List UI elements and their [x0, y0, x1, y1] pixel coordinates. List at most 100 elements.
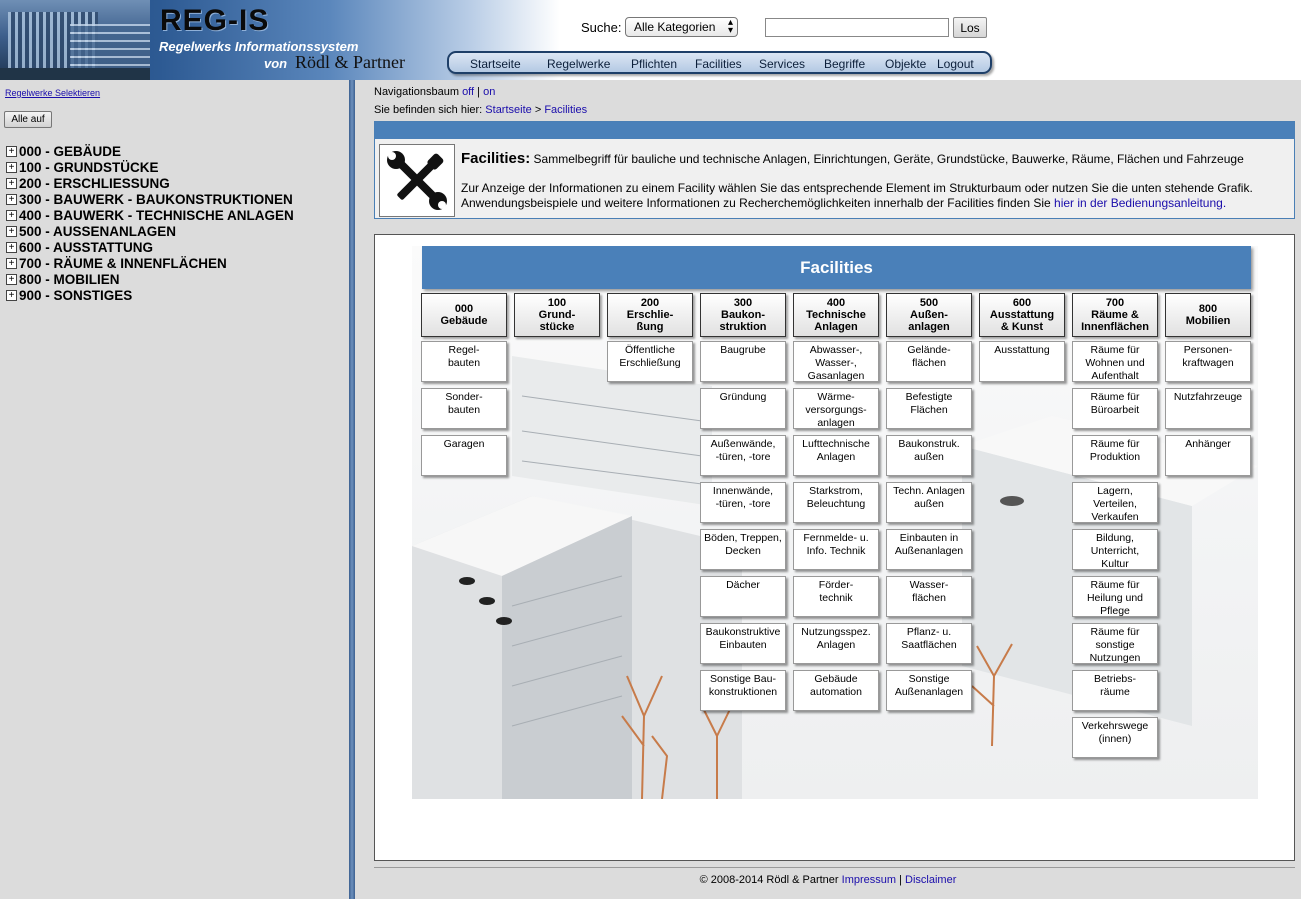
facility-cell[interactable]: Baugrube: [700, 341, 786, 382]
facility-cell[interactable]: Sonder- bauten: [421, 388, 507, 429]
facility-cell[interactable]: Einbauten in Außenanlagen: [886, 529, 972, 570]
facility-cell[interactable]: Nutzungsspez. Anlagen: [793, 623, 879, 664]
tree-item-000[interactable]: +000 - GEBÄUDE: [6, 143, 294, 159]
facility-cell[interactable]: Betriebs- räume: [1072, 670, 1158, 711]
nav-services[interactable]: Services: [759, 57, 805, 71]
navtree-off-link[interactable]: off: [462, 86, 474, 98]
column-header-100[interactable]: 100 Grund- stücke: [514, 293, 600, 337]
tree-item-800[interactable]: +800 - MOBILIEN: [6, 271, 294, 287]
facility-cell[interactable]: Sonstige Außenanlagen: [886, 670, 972, 711]
tree-item-label[interactable]: 000 - GEBÄUDE: [19, 144, 121, 159]
nav-startseite[interactable]: Startseite: [470, 57, 521, 71]
nav-regelwerke[interactable]: Regelwerke: [547, 57, 610, 71]
facility-cell[interactable]: Fernmelde- u. Info. Technik: [793, 529, 879, 570]
nav-objekte[interactable]: Objekte: [885, 57, 926, 71]
expand-plus-icon[interactable]: +: [6, 193, 17, 205]
tree-item-label[interactable]: 400 - BAUWERK - TECHNISCHE ANLAGEN: [19, 208, 294, 223]
column-header-400[interactable]: 400 Technische Anlagen: [793, 293, 879, 337]
column-header-200[interactable]: 200 Erschlie- ßung: [607, 293, 693, 337]
facility-cell[interactable]: Räume für Wohnen und Aufenthalt: [1072, 341, 1158, 382]
expand-plus-icon[interactable]: +: [6, 161, 17, 173]
expand-plus-icon[interactable]: +: [6, 257, 17, 269]
tree-item-label[interactable]: 200 - ERSCHLIESSUNG: [19, 176, 170, 191]
expand-all-button[interactable]: Alle auf: [4, 111, 52, 128]
facility-cell[interactable]: Öffentliche Erschließung: [607, 341, 693, 382]
manual-link[interactable]: hier in der Bedienungsanleitung.: [1054, 196, 1226, 210]
column-header-700[interactable]: 700 Räume & Innenflächen: [1072, 293, 1158, 337]
tree-item-100[interactable]: +100 - GRUNDSTÜCKE: [6, 159, 294, 175]
facility-cell[interactable]: Innenwände, -türen, -tore: [700, 482, 786, 523]
facility-cell[interactable]: Räume für Produktion: [1072, 435, 1158, 476]
tree-item-700[interactable]: +700 - RÄUME & INNENFLÄCHEN: [6, 255, 294, 271]
facility-cell[interactable]: Techn. Anlagen außen: [886, 482, 972, 523]
navtree-on-link[interactable]: on: [483, 86, 495, 98]
nav-facilities[interactable]: Facilities: [695, 57, 742, 71]
facility-cell[interactable]: Garagen: [421, 435, 507, 476]
facility-cell[interactable]: Baukonstruk. außen: [886, 435, 972, 476]
expand-plus-icon[interactable]: +: [6, 289, 17, 301]
breadcrumb-home-link[interactable]: Startseite: [485, 104, 531, 116]
tree-item-200[interactable]: +200 - ERSCHLIESSUNG: [6, 175, 294, 191]
select-regelwerke-link[interactable]: Regelwerke Selektieren: [5, 88, 100, 98]
tree-item-500[interactable]: +500 - AUSSENANLAGEN: [6, 223, 294, 239]
facility-cell[interactable]: Böden, Treppen, Decken: [700, 529, 786, 570]
nav-logout[interactable]: Logout: [937, 57, 974, 71]
facility-cell[interactable]: Förder- technik: [793, 576, 879, 617]
nav-pflichten[interactable]: Pflichten: [631, 57, 677, 71]
facility-cell[interactable]: Personen- kraftwagen: [1165, 341, 1251, 382]
facility-cell[interactable]: Abwasser-, Wasser-, Gasanlagen: [793, 341, 879, 382]
tree-item-label[interactable]: 500 - AUSSENANLAGEN: [19, 224, 176, 239]
column-header-000[interactable]: 000 Gebäude: [421, 293, 507, 337]
impressum-link[interactable]: Impressum: [842, 874, 896, 886]
tree-item-label[interactable]: 700 - RÄUME & INNENFLÄCHEN: [19, 256, 227, 271]
tree-item-label[interactable]: 100 - GRUNDSTÜCKE: [19, 160, 159, 175]
facility-cell[interactable]: Lufttechnische Anlagen: [793, 435, 879, 476]
facility-cell[interactable]: Nutzfahrzeuge: [1165, 388, 1251, 429]
facility-cell[interactable]: Regel- bauten: [421, 341, 507, 382]
column-header-800[interactable]: 800 Mobilien: [1165, 293, 1251, 337]
facility-cell[interactable]: Außenwände, -türen, -tore: [700, 435, 786, 476]
facility-cell[interactable]: Räume für Heilung und Pflege: [1072, 576, 1158, 617]
tree-item-600[interactable]: +600 - AUSSTATTUNG: [6, 239, 294, 255]
tree-item-300[interactable]: +300 - BAUWERK - BAUKONSTRUKTIONEN: [6, 191, 294, 207]
column-header-300[interactable]: 300 Baukon- struktion: [700, 293, 786, 337]
facility-cell[interactable]: Pflanz- u. Saatflächen: [886, 623, 972, 664]
disclaimer-link[interactable]: Disclaimer: [905, 874, 956, 886]
category-select[interactable]: Alle Kategorien ▴ ▾: [625, 17, 738, 37]
tree-item-400[interactable]: +400 - BAUWERK - TECHNISCHE ANLAGEN: [6, 207, 294, 223]
facility-cell[interactable]: Gelände- flächen: [886, 341, 972, 382]
tree-item-label[interactable]: 900 - SONSTIGES: [19, 288, 132, 303]
search-input[interactable]: [765, 18, 949, 37]
facility-cell[interactable]: Bildung, Unterricht, Kultur: [1072, 529, 1158, 570]
facility-cell[interactable]: Lagern, Verteilen, Verkaufen: [1072, 482, 1158, 523]
facility-cell[interactable]: Gebäude automation: [793, 670, 879, 711]
expand-plus-icon[interactable]: +: [6, 225, 17, 237]
tree-item-label[interactable]: 800 - MOBILIEN: [19, 272, 120, 287]
column-header-600[interactable]: 600 Ausstattung & Kunst: [979, 293, 1065, 337]
expand-plus-icon[interactable]: +: [6, 145, 17, 157]
tree-item-label[interactable]: 600 - AUSSTATTUNG: [19, 240, 153, 255]
facility-cell[interactable]: Verkehrswege (innen): [1072, 717, 1158, 758]
facility-cell[interactable]: Befestigte Flächen: [886, 388, 972, 429]
facility-cell[interactable]: Starkstrom, Beleuchtung: [793, 482, 879, 523]
facility-cell[interactable]: Räume für sonstige Nutzungen: [1072, 623, 1158, 664]
expand-plus-icon[interactable]: +: [6, 209, 17, 221]
expand-plus-icon[interactable]: +: [6, 177, 17, 189]
facility-cell[interactable]: Wasser- flächen: [886, 576, 972, 617]
column-header-500[interactable]: 500 Außen- anlagen: [886, 293, 972, 337]
breadcrumb-current-link[interactable]: Facilities: [544, 104, 587, 116]
nav-begriffe[interactable]: Begriffe: [824, 57, 865, 71]
facility-cell[interactable]: Dächer: [700, 576, 786, 617]
facility-cell[interactable]: Baukonstruktive Einbauten: [700, 623, 786, 664]
facility-cell[interactable]: Anhänger: [1165, 435, 1251, 476]
expand-plus-icon[interactable]: +: [6, 241, 17, 253]
facility-cell[interactable]: Sonstige Bau- konstruktionen: [700, 670, 786, 711]
tree-item-900[interactable]: +900 - SONSTIGES: [6, 287, 294, 303]
facility-cell[interactable]: Wärme- versorgungs- anlagen: [793, 388, 879, 429]
facility-cell[interactable]: Räume für Büroarbeit: [1072, 388, 1158, 429]
expand-plus-icon[interactable]: +: [6, 273, 17, 285]
facility-cell[interactable]: Ausstattung: [979, 341, 1065, 382]
tree-item-label[interactable]: 300 - BAUWERK - BAUKONSTRUKTIONEN: [19, 192, 293, 207]
facility-cell[interactable]: Gründung: [700, 388, 786, 429]
search-go-button[interactable]: Los: [953, 17, 987, 38]
